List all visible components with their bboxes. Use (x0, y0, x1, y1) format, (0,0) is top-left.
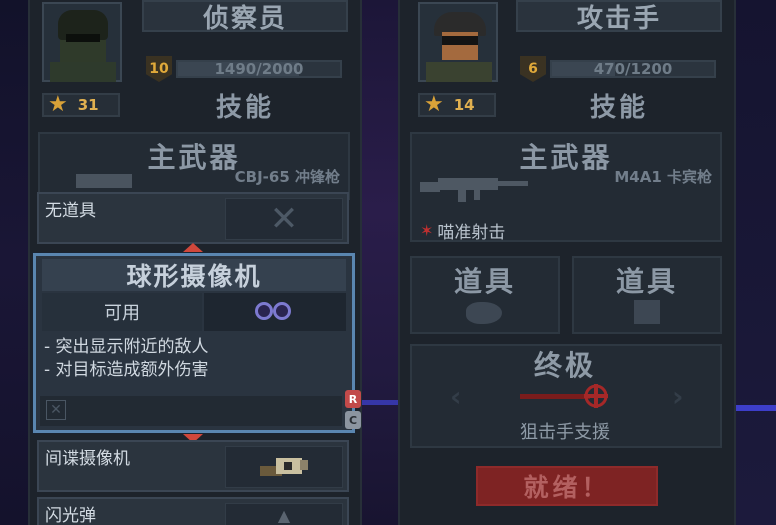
ready-button[interactable]: 就绪！ (476, 466, 658, 506)
perk-label: 喵准射击 (437, 223, 506, 243)
popup-status: 可用 (42, 293, 202, 331)
popup-title: 球形摄像机 (42, 259, 346, 291)
level-row: 6 470/1200 (520, 56, 716, 82)
ultimate-title: 终极 (533, 349, 596, 382)
desc-line: - 对目标造成额外伤害 (44, 360, 209, 380)
rating-count: 14 (453, 96, 475, 114)
desc-line: - 突出显示附近的敌人 (44, 337, 209, 357)
portrait-body (50, 62, 116, 82)
popup-footer: ✕ (40, 396, 342, 426)
background-ledge (736, 405, 776, 411)
no-item-icon: ✕ (269, 199, 299, 239)
portrait-eyes (66, 34, 100, 42)
item-option-icon-slot: ✕ (225, 198, 343, 240)
weapon-name: M4A1 卡宾枪 (614, 168, 712, 186)
level-badge: 6 (520, 56, 546, 82)
primary-weapon-panel[interactable]: 主武器 M4A1 卡宾枪 ✶ 喵准射击 (410, 132, 722, 243)
ball-camera-icon (255, 298, 295, 326)
level-badge: 10 (146, 56, 172, 82)
gadget-icon (634, 300, 660, 324)
rating-badge: ★ 14 (418, 93, 496, 117)
level-row: 10 1490/2000 (146, 56, 342, 82)
gear-slot-2[interactable]: 道具 (572, 256, 722, 334)
item-option[interactable]: 闪光弹 ▲ (37, 497, 349, 525)
close-icon[interactable]: ✕ (46, 400, 66, 420)
rating-badge: ★ 31 (42, 93, 120, 117)
xp-bar: 1490/2000 (176, 60, 342, 78)
item-option[interactable]: 无道具 ✕ (37, 192, 349, 244)
star-icon: ★ (424, 92, 444, 117)
popup-icon-slot (204, 293, 346, 331)
rating-count: 31 (77, 96, 99, 114)
xp-text: 1490/2000 (214, 60, 304, 78)
chevron-left-icon[interactable]: ‹ (450, 380, 462, 413)
carbine-icon (420, 178, 528, 202)
spy-camera-icon (260, 458, 308, 476)
item-option-label: 间谍摄像机 (45, 449, 130, 469)
gear-slot-title: 道具 (615, 265, 678, 298)
soldier-name: 攻击手 (516, 0, 722, 34)
xp-text: 470/1200 (593, 60, 673, 78)
background-wall (736, 0, 776, 525)
chevron-right-icon[interactable]: › (672, 380, 684, 413)
weapon-name: CBJ-65 冲锋枪 (234, 168, 340, 186)
gear-slot-title: 道具 (453, 265, 516, 298)
scroll-up-arrow-icon[interactable] (183, 243, 203, 252)
soldier-name: 侦察员 (142, 0, 348, 34)
sniper-support-icon (520, 384, 608, 408)
popup-description: - 突出显示附近的敌人 - 对目标造成额外伤害 (44, 336, 209, 382)
key-hint-c[interactable]: C (345, 411, 361, 429)
key-hint-r[interactable]: R (345, 390, 361, 408)
lens-right (273, 302, 291, 320)
gear-slot-1[interactable]: 道具 (410, 256, 560, 334)
xp-bar: 470/1200 (550, 60, 716, 78)
portrait-body (426, 62, 492, 82)
skills-header: 技能 (589, 92, 648, 123)
smg-icon (76, 174, 132, 188)
perk-icon: ✶ (420, 221, 434, 240)
portrait-sunglasses (442, 36, 478, 45)
scout-portrait (42, 2, 122, 82)
item-option-label: 无道具 (45, 201, 96, 221)
lens-left (255, 302, 273, 320)
star-icon: ★ (48, 92, 68, 117)
assault-portrait (418, 2, 498, 82)
grenade-icon (466, 302, 502, 324)
ultimate-name: 狙击手支援 (520, 422, 610, 443)
item-option-label: 闪光弹 (45, 506, 96, 525)
primary-weapon-panel[interactable]: 主武器 CBJ-65 冲锋枪 (38, 132, 350, 200)
item-detail-popup[interactable]: 球形摄像机 可用 - 突出显示附近的敌人 - 对目标造成额外伤害 ✕ (33, 253, 355, 433)
item-option[interactable]: 间谍摄像机 (37, 440, 349, 492)
item-option-icon-slot: ▲ (225, 503, 343, 525)
skills-header: 技能 (215, 92, 274, 123)
item-option-icon-slot (225, 446, 343, 488)
perk-row[interactable]: ✶ 喵准射击 (420, 218, 505, 243)
flashbang-icon: ▲ (277, 505, 291, 525)
